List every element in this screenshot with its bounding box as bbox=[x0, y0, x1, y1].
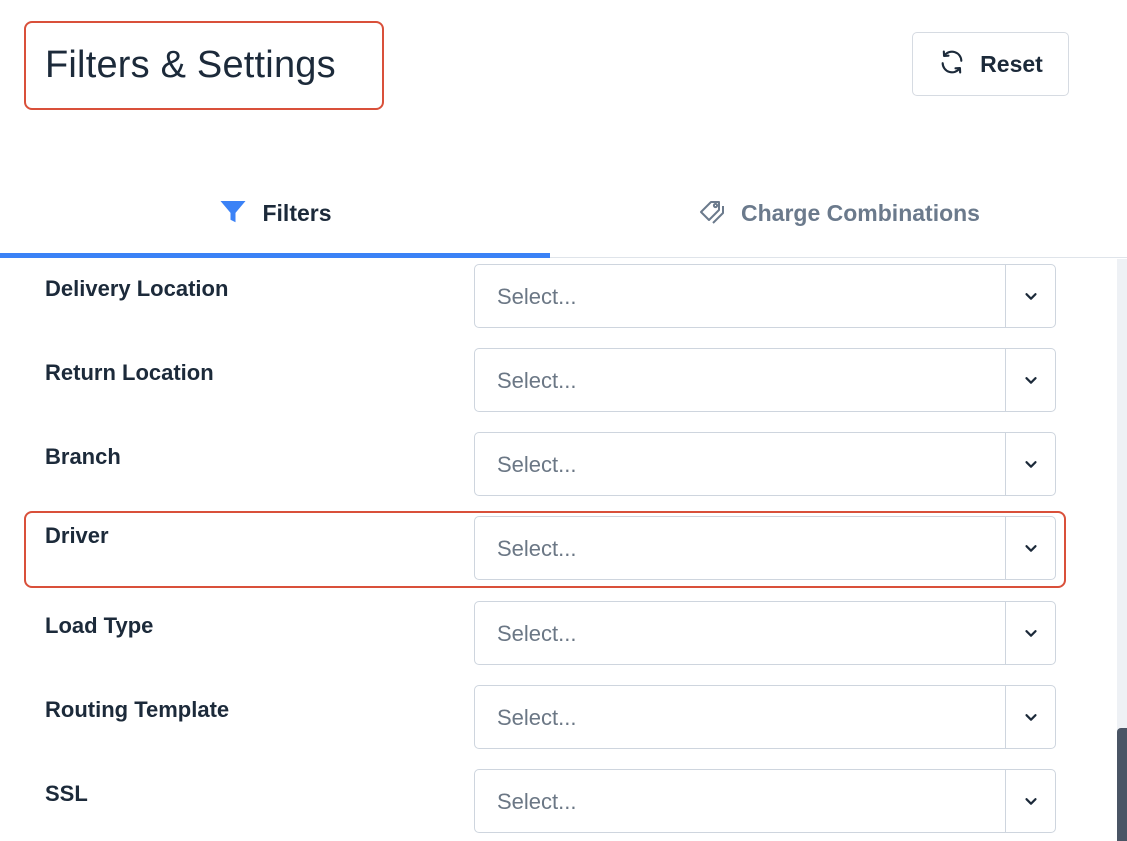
field-row-ssl: SSL Select... bbox=[24, 769, 1066, 841]
select-placeholder: Select... bbox=[497, 284, 577, 309]
field-row-driver: Driver Select... bbox=[24, 511, 1066, 588]
field-row-routing-template: Routing Template Select... bbox=[24, 685, 1066, 759]
page-title: Filters & Settings bbox=[45, 44, 336, 86]
select-placeholder: Select... bbox=[497, 536, 577, 561]
field-label: SSL bbox=[45, 781, 88, 806]
tags-icon bbox=[697, 196, 727, 231]
select-placeholder: Select... bbox=[497, 452, 577, 477]
filter-icon bbox=[218, 196, 248, 231]
chevron-down-icon[interactable] bbox=[1006, 433, 1055, 495]
tab-bar: Filters Charge Combinations bbox=[0, 168, 1127, 258]
refresh-icon bbox=[938, 48, 966, 81]
tab-charge-combinations-label: Charge Combinations bbox=[741, 199, 980, 226]
field-label: Return Location bbox=[45, 360, 214, 385]
field-label: Routing Template bbox=[45, 697, 230, 722]
reset-button-label: Reset bbox=[980, 50, 1043, 77]
chevron-down-icon[interactable] bbox=[1006, 349, 1055, 411]
chevron-down-icon[interactable] bbox=[1006, 517, 1055, 579]
chevron-down-icon[interactable] bbox=[1006, 686, 1055, 748]
routing-template-select[interactable]: Select... bbox=[474, 685, 1056, 749]
return-location-select[interactable]: Select... bbox=[474, 348, 1056, 412]
scrollbar-thumb[interactable] bbox=[1117, 728, 1127, 841]
field-row-branch: Branch Select... bbox=[24, 432, 1066, 506]
active-tab-indicator bbox=[0, 253, 550, 258]
field-row-delivery-location: Delivery Location Select... bbox=[24, 264, 1066, 338]
chevron-down-icon[interactable] bbox=[1006, 770, 1055, 832]
reset-button[interactable]: Reset bbox=[912, 32, 1069, 96]
chevron-down-icon[interactable] bbox=[1006, 265, 1055, 327]
page-title-box: Filters & Settings bbox=[24, 21, 384, 110]
chevron-down-icon[interactable] bbox=[1006, 602, 1055, 664]
ssl-select[interactable]: Select... bbox=[474, 769, 1056, 833]
tab-filters[interactable]: Filters bbox=[0, 168, 550, 258]
field-label: Delivery Location bbox=[45, 276, 229, 301]
field-label: Load Type bbox=[45, 613, 154, 638]
tab-charge-combinations[interactable]: Charge Combinations bbox=[550, 168, 1127, 258]
branch-select[interactable]: Select... bbox=[474, 432, 1056, 496]
select-placeholder: Select... bbox=[497, 621, 577, 646]
field-label: Driver bbox=[45, 523, 109, 548]
tab-filters-label: Filters bbox=[262, 199, 332, 226]
select-placeholder: Select... bbox=[497, 705, 577, 730]
field-row-return-location: Return Location Select... bbox=[24, 348, 1066, 422]
select-placeholder: Select... bbox=[497, 368, 577, 393]
delivery-location-select[interactable]: Select... bbox=[474, 264, 1056, 328]
select-placeholder: Select... bbox=[497, 789, 577, 814]
field-label: Branch bbox=[45, 444, 121, 469]
load-type-select[interactable]: Select... bbox=[474, 601, 1056, 665]
driver-select[interactable]: Select... bbox=[474, 516, 1056, 580]
filters-settings-panel: Filters & Settings Reset Filters Charge … bbox=[0, 0, 1127, 841]
field-row-load-type: Load Type Select... bbox=[24, 601, 1066, 675]
